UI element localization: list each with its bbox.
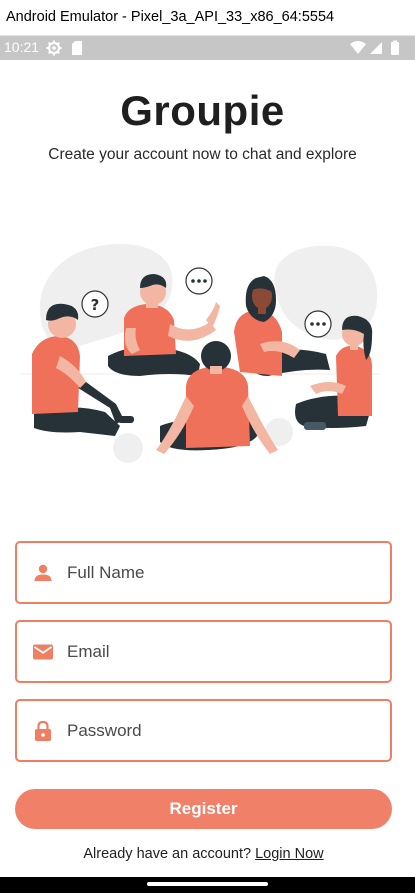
app-subtitle: Create your account now to chat and expl… bbox=[48, 146, 357, 163]
login-now-link[interactable]: Login Now bbox=[255, 846, 324, 862]
register-button[interactable]: Register bbox=[15, 789, 392, 829]
person-icon bbox=[34, 564, 52, 581]
battery-icon bbox=[391, 40, 399, 55]
email-field[interactable] bbox=[15, 620, 392, 683]
status-time: 10:21 bbox=[4, 39, 40, 55]
login-prompt-row: Already have an account? Login Now bbox=[0, 846, 407, 862]
emulator-window-titlebar: Android Emulator - Pixel_3a_API_33_x86_6… bbox=[0, 0, 415, 36]
sd-card-icon bbox=[72, 41, 82, 55]
wifi-icon bbox=[350, 41, 366, 54]
full-name-field[interactable] bbox=[15, 541, 392, 604]
mail-icon bbox=[33, 644, 53, 660]
full-name-input[interactable] bbox=[67, 545, 377, 600]
login-prompt-text: Already have an account? bbox=[83, 846, 252, 862]
navigation-bar bbox=[0, 877, 415, 893]
status-right-icons bbox=[350, 40, 399, 55]
home-gesture-handle[interactable] bbox=[147, 882, 268, 886]
lock-icon bbox=[35, 720, 51, 741]
password-field[interactable] bbox=[15, 699, 392, 762]
svg-text:?: ? bbox=[91, 296, 100, 314]
register-screen: Groupie Create your account now to chat … bbox=[0, 60, 415, 877]
password-input[interactable] bbox=[67, 703, 377, 758]
status-bar: 10:21 bbox=[0, 36, 415, 60]
group-chat-illustration: ? bbox=[20, 244, 380, 463]
cell-signal-icon bbox=[370, 42, 382, 54]
settings-gear-icon bbox=[46, 40, 62, 56]
app-title: Groupie bbox=[120, 87, 285, 134]
window-title: Android Emulator - Pixel_3a_API_33_x86_6… bbox=[6, 9, 335, 25]
email-input[interactable] bbox=[67, 624, 377, 679]
